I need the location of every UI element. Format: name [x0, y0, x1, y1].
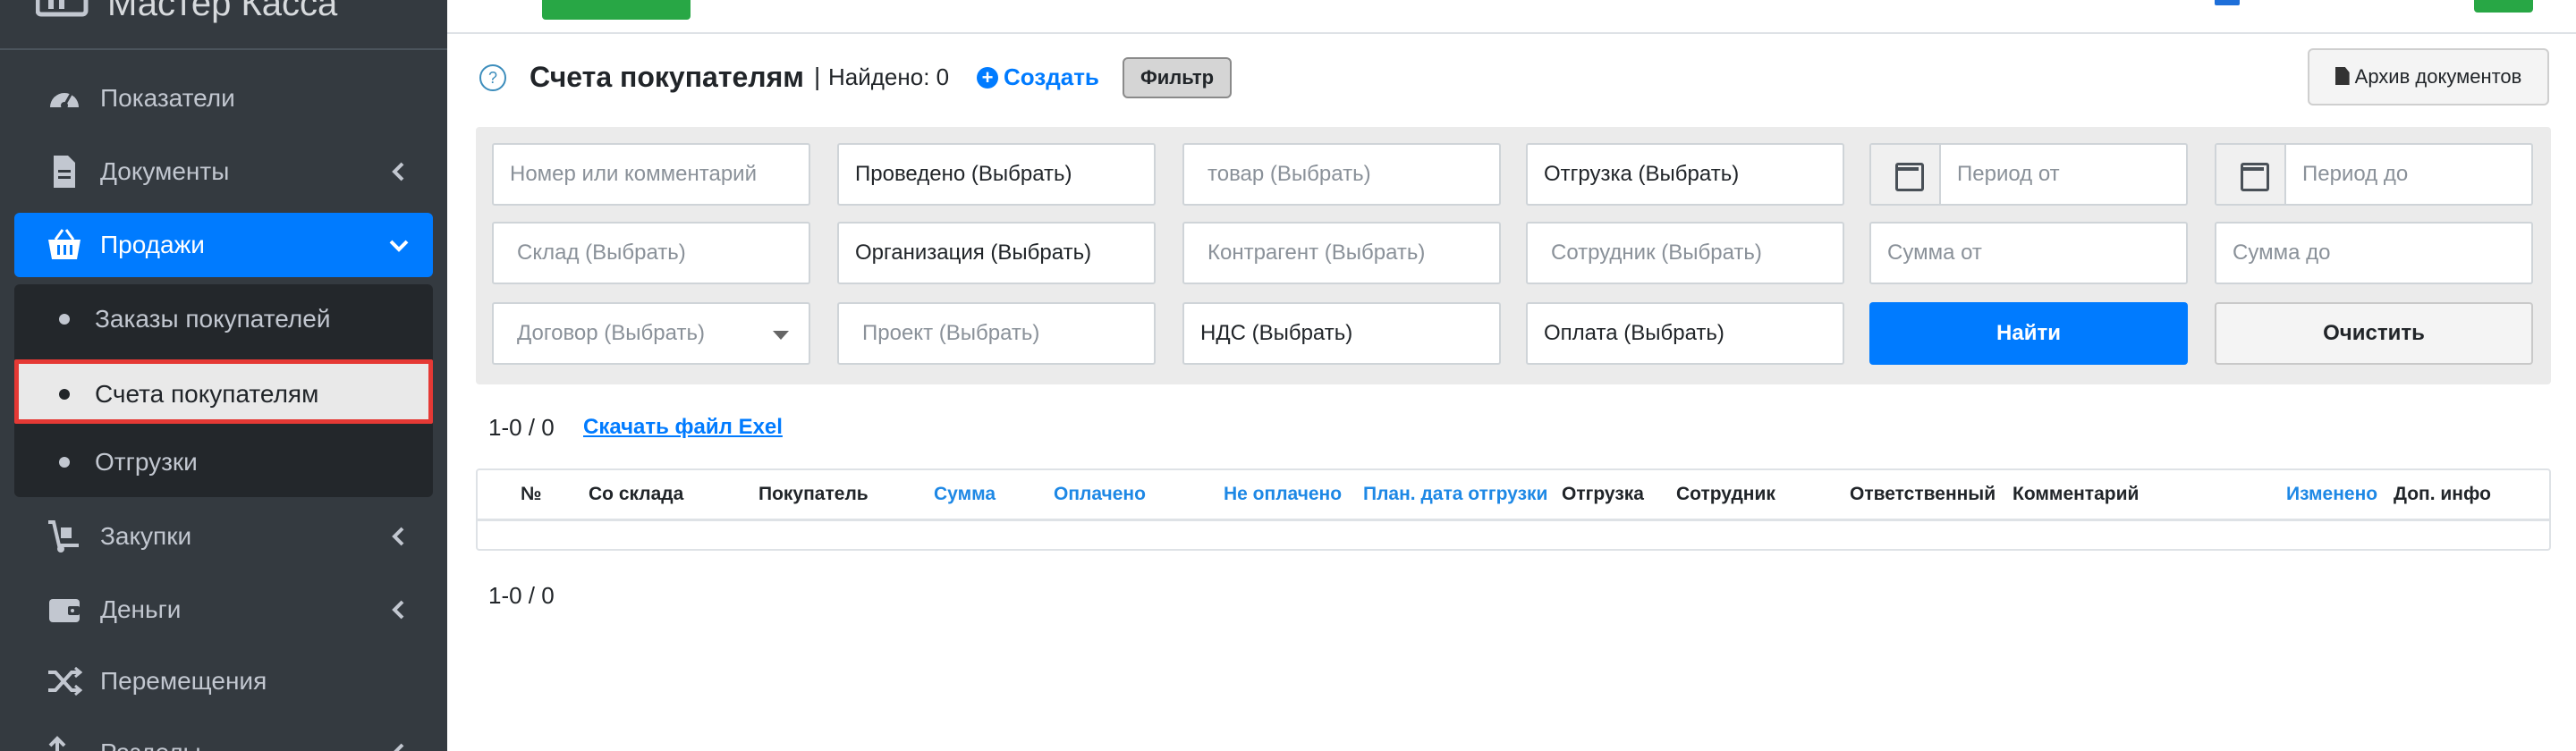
page-title: Счета покупателям — [530, 61, 804, 93]
sidebar: Мастер Касса Показатели Документы Продаж… — [0, 0, 447, 751]
pagination-top: 1-0 / 0 — [488, 414, 555, 441]
sidebar-item-indicators[interactable]: Показатели — [14, 66, 433, 131]
column-header-extra-info[interactable]: Доп. инфо — [2394, 470, 2491, 519]
top-navbar — [447, 0, 2576, 34]
wallet-icon — [49, 599, 80, 622]
sum-to-input[interactable]: Сумма до — [2215, 222, 2533, 284]
column-header-planned-shipment-date[interactable]: План. дата отгрузки — [1363, 470, 1547, 519]
posted-select[interactable]: Проведено (Выбрать) — [837, 143, 1156, 206]
chevron-left-icon — [392, 162, 404, 181]
calendar-icon — [2216, 145, 2286, 204]
submenu-item-label: Отгрузки — [95, 448, 198, 476]
top-right-button[interactable] — [2474, 0, 2533, 13]
warehouse-select[interactable]: Склад (Выбрать) — [492, 222, 810, 284]
shipment-select[interactable]: Отгрузка (Выбрать) — [1526, 143, 1844, 206]
sidebar-item-label: Документы — [100, 157, 230, 185]
shuffle-icon — [48, 666, 82, 696]
sidebar-item-label: Показатели — [100, 84, 235, 112]
column-header-customer[interactable]: Покупатель — [758, 470, 869, 519]
number-comment-input[interactable]: Номер или комментарий — [492, 143, 810, 206]
main-content: ? Счета покупателям | Найдено: 0 + Создат… — [447, 0, 2576, 751]
column-header-shipment[interactable]: Отгрузка — [1562, 470, 1644, 519]
download-excel-link[interactable]: Скачать файл Exel — [583, 409, 783, 445]
plus-circle-icon: + — [977, 67, 998, 89]
document-icon — [54, 156, 75, 188]
period-to-input[interactable]: Период до — [2215, 143, 2533, 206]
column-header-from-warehouse[interactable]: Со склада — [589, 470, 683, 519]
payment-select[interactable]: Оплата (Выбрать) — [1526, 302, 1844, 365]
chevron-left-icon — [392, 527, 404, 546]
title-separator: | — [814, 63, 821, 90]
top-bar-icon[interactable] — [2215, 0, 2240, 5]
column-header-paid[interactable]: Оплачено — [1054, 470, 1146, 519]
organization-select[interactable]: Организация (Выбрать) — [837, 222, 1156, 284]
sidebar-item-sales[interactable]: Продажи — [14, 213, 433, 277]
column-header-modified[interactable]: Изменено — [2286, 470, 2377, 519]
filter-panel: Номер или комментарий Проведено (Выбрать… — [476, 127, 2551, 384]
column-header-number[interactable]: № — [521, 470, 541, 519]
chevron-left-icon — [392, 600, 404, 620]
create-label: Создать — [1004, 63, 1099, 90]
top-action-button[interactable] — [542, 0, 691, 20]
hand-truck-icon — [48, 520, 79, 553]
sidebar-item-documents[interactable]: Документы — [14, 139, 433, 204]
sidebar-item-label: Деньги — [100, 595, 182, 623]
period-from-input[interactable]: Период от — [1869, 143, 2188, 206]
table-header-divider — [478, 519, 2549, 521]
sidebar-item-label: Закупки — [100, 522, 192, 550]
employee-select[interactable]: Сотрудник (Выбрать) — [1526, 222, 1844, 284]
submenu-item-customer-invoices[interactable]: Счета покупателям — [14, 359, 433, 424]
archive-label: Архив документов — [2354, 65, 2522, 88]
archive-documents-button[interactable]: Архив документов — [2308, 48, 2549, 105]
filter-toggle-button[interactable]: Фильтр — [1123, 57, 1232, 98]
project-select[interactable]: Проект (Выбрать) — [837, 302, 1156, 365]
pagination-bottom: 1-0 / 0 — [488, 582, 555, 609]
submenu-item-label: Счета покупателям — [95, 380, 319, 408]
cash-register-icon — [36, 0, 89, 17]
sum-from-input[interactable]: Сумма от — [1869, 222, 2188, 284]
sidebar-item-label: Продажи — [100, 231, 205, 258]
column-header-comment[interactable]: Комментарий — [2012, 470, 2139, 519]
help-icon[interactable]: ? — [479, 64, 506, 91]
product-select[interactable]: товар (Выбрать) — [1182, 143, 1501, 206]
submenu-item-shipments[interactable]: Отгрузки — [14, 427, 433, 497]
dashboard-gauge-icon — [50, 92, 79, 109]
brand-name: Мастер Касса — [107, 0, 338, 23]
sidebar-item-purchases[interactable]: Закупки — [14, 504, 433, 569]
invoices-table: № Со склада Покупатель Сумма Оплачено Не… — [476, 468, 2551, 551]
contract-placeholder: Договор (Выбрать) — [517, 321, 705, 345]
sidebar-item-transfers[interactable]: Перемещения — [14, 649, 433, 713]
contract-select[interactable]: Договор (Выбрать) — [492, 302, 810, 365]
create-link[interactable]: + Создать — [977, 57, 1099, 97]
sidebar-item-money[interactable]: Деньги — [14, 578, 433, 642]
find-button[interactable]: Найти — [1869, 302, 2188, 365]
period-to-placeholder: Период до — [2302, 162, 2409, 186]
dropdown-arrow-icon — [773, 331, 789, 340]
chevron-down-icon — [389, 240, 409, 252]
file-icon — [2334, 67, 2350, 85]
submenu-item-customer-orders[interactable]: Заказы покупателей — [14, 284, 433, 354]
submenu-item-label: Заказы покупателей — [95, 305, 331, 333]
clear-button[interactable]: Очистить — [2215, 302, 2533, 365]
circle-icon — [59, 314, 70, 325]
shopping-basket-icon — [48, 229, 80, 259]
column-header-unpaid[interactable]: Не оплачено — [1224, 470, 1342, 519]
vat-select[interactable]: НДС (Выбрать) — [1182, 302, 1501, 365]
column-header-employee[interactable]: Сотрудник — [1676, 470, 1775, 519]
brand[interactable]: Мастер Касса — [0, 0, 447, 50]
circle-icon — [59, 389, 70, 400]
counterparty-select[interactable]: Контрагент (Выбрать) — [1182, 222, 1501, 284]
sales-submenu: Заказы покупателей Счета покупателям Отг… — [14, 284, 433, 497]
sidebar-item-label: Перемещения — [100, 667, 267, 695]
column-header-sum[interactable]: Сумма — [934, 470, 996, 519]
circle-icon — [59, 457, 70, 468]
calendar-icon — [1871, 145, 1941, 204]
found-count: Найдено: 0 — [828, 63, 950, 90]
period-from-placeholder: Период от — [1957, 162, 2060, 186]
sidebar-item-sections[interactable]: Разделы — [14, 721, 433, 751]
column-header-responsible[interactable]: Ответственный — [1850, 470, 1996, 519]
chevron-left-icon — [394, 743, 404, 751]
sections-icon — [48, 736, 66, 751]
sidebar-item-label: Разделы — [100, 721, 201, 751]
